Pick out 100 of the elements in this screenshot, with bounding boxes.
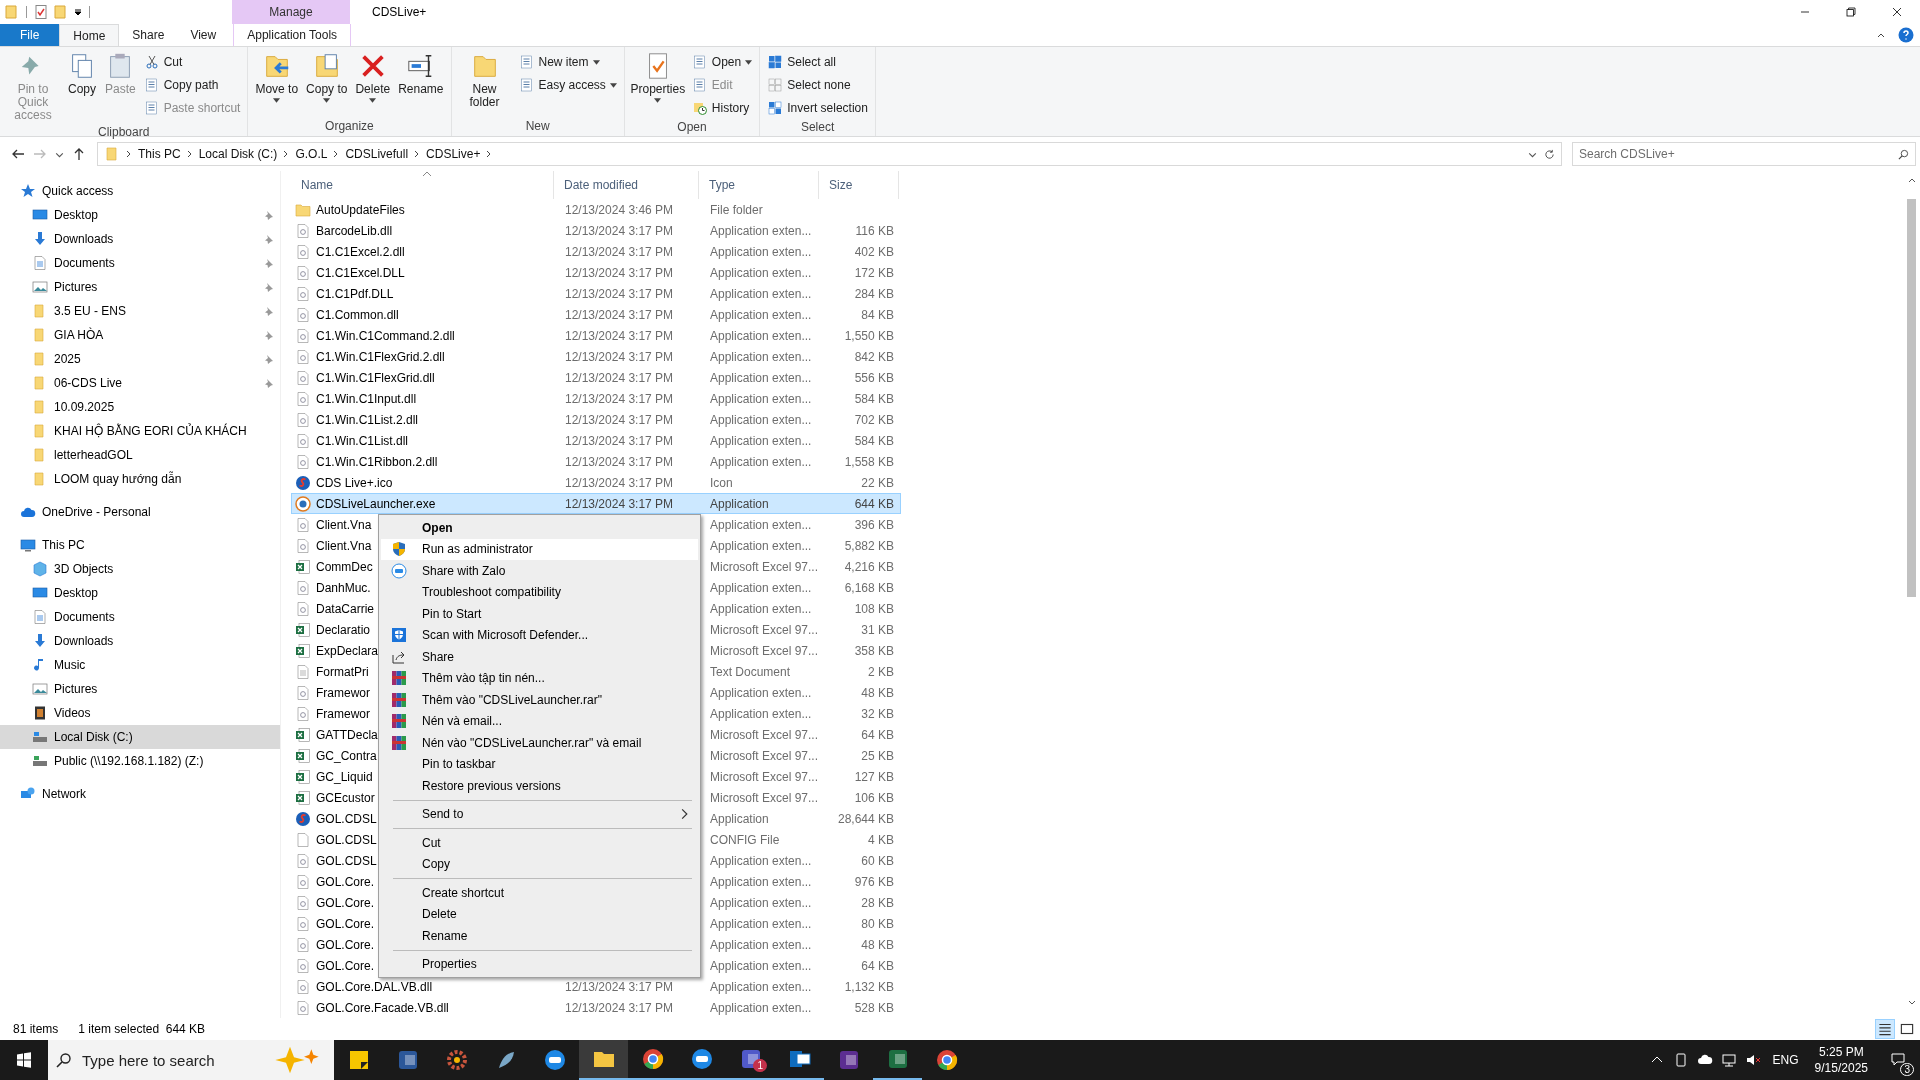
size-cell: 60 KB [861, 853, 894, 868]
file-name: C1.Win.C1Command.2.dll [316, 328, 455, 343]
type-cell: Application [710, 811, 769, 826]
file-name: CDSLiveLauncher.exe [316, 496, 436, 511]
file-name: C1.C1Excel.2.dll [316, 244, 405, 259]
file-name: CommDec [316, 559, 373, 574]
size-cell: 584 KB [854, 391, 894, 406]
size-cell: 127 KB [854, 769, 894, 784]
contextual-tab-header: Manage [232, 0, 350, 24]
file-name: GOL.Core.Facade.VB.dll [316, 1000, 449, 1015]
date-cell: 12/13/2024 3:17 PM [565, 349, 674, 364]
file-name: GOL.CDSL [316, 811, 377, 826]
size-cell: 22 KB [861, 475, 894, 490]
date-cell: 12/13/2024 3:17 PM [565, 475, 674, 490]
type-cell: Microsoft Excel 97... [710, 622, 819, 637]
file-name: Client.Vna [316, 538, 372, 553]
size-cell: 528 KB [854, 1000, 894, 1015]
size-cell: 4 KB [868, 832, 894, 847]
type-cell: Icon [710, 475, 733, 490]
type-cell: Application exten... [710, 223, 812, 238]
file-name: GC_Liquid [316, 769, 373, 784]
size-cell: 976 KB [854, 874, 894, 889]
type-cell: Application [710, 496, 769, 511]
group-label: Open [676, 119, 708, 136]
type-cell: Application exten... [710, 307, 812, 322]
date-cell: 12/13/2024 3:17 PM [565, 979, 674, 994]
file-name: GOL.Core. [316, 874, 375, 889]
size-cell: 2 KB [868, 664, 894, 679]
type-cell: Microsoft Excel 97... [710, 559, 819, 574]
file-name: C1.C1Pdf.DLL [316, 286, 394, 301]
type-cell: Application exten... [710, 286, 812, 301]
type-cell: File folder [710, 202, 763, 217]
file-name: GOL.Core. [316, 958, 375, 973]
type-cell: Application exten... [710, 895, 812, 910]
selection-info: 1 item selected 644 KB [78, 1022, 206, 1036]
date-cell: 12/13/2024 3:17 PM [565, 370, 674, 385]
type-cell: Application exten... [710, 580, 812, 595]
file-name: GC_Contra [316, 748, 377, 763]
type-cell: Application exten... [710, 328, 812, 343]
type-cell: Application exten... [710, 685, 812, 700]
file-name: C1.Common.dll [316, 307, 399, 322]
size-cell: 108 KB [854, 601, 894, 616]
type-cell: Microsoft Excel 97... [710, 790, 819, 805]
date-cell: 12/13/2024 3:17 PM [565, 244, 674, 259]
size-cell: 32 KB [861, 706, 894, 721]
group-label: Select [799, 119, 836, 136]
group-label: Organize [324, 118, 375, 135]
file-name: C1.Win.C1FlexGrid.2.dll [316, 349, 445, 364]
type-cell: Application exten... [710, 244, 812, 259]
file-name: BarcodeLib.dll [316, 223, 393, 238]
size-cell: 4,216 KB [844, 559, 894, 574]
group-label: Clipboard [97, 124, 151, 140]
size-cell: 172 KB [854, 265, 894, 280]
file-name: C1.Win.C1Ribbon.2.dll [316, 454, 438, 469]
date-cell: 12/13/2024 3:17 PM [565, 307, 674, 322]
type-cell: Text Document [710, 664, 791, 679]
type-cell: Microsoft Excel 97... [710, 643, 819, 658]
size-cell: 28,644 KB [837, 811, 894, 826]
size-cell: 28 KB [861, 895, 894, 910]
type-cell: Application exten... [710, 601, 812, 616]
size-cell: 84 KB [861, 307, 894, 322]
file-name: GOL.CDSL [316, 832, 377, 847]
size-cell: 5,882 KB [844, 538, 894, 553]
type-cell: Application exten... [710, 853, 812, 868]
type-cell: Application exten... [710, 265, 812, 280]
file-name: Framewor [316, 706, 370, 721]
size-cell: 702 KB [854, 412, 894, 427]
file-name: C1.Win.C1FlexGrid.dll [316, 370, 435, 385]
size-cell: 358 KB [854, 643, 894, 658]
item-count: 81 items [13, 1022, 59, 1036]
file-name: FormatPri [316, 664, 369, 679]
type-cell: Application exten... [710, 454, 812, 469]
type-cell: Application exten... [710, 412, 812, 427]
type-cell: Application exten... [710, 370, 812, 385]
date-cell: 12/13/2024 3:17 PM [565, 328, 674, 343]
date-cell: 12/13/2024 3:17 PM [565, 391, 674, 406]
size-cell: 80 KB [861, 916, 894, 931]
date-cell: 12/13/2024 3:17 PM [565, 223, 674, 238]
size-cell: 64 KB [861, 727, 894, 742]
type-cell: Application exten... [710, 517, 812, 532]
size-cell: 25 KB [861, 748, 894, 763]
date-cell: 12/13/2024 3:17 PM [565, 496, 674, 511]
file-name: GOL.Core. [316, 937, 375, 952]
size-cell: 106 KB [854, 790, 894, 805]
group-label: New [524, 118, 551, 135]
file-name: AutoUpdateFiles [316, 202, 405, 217]
file-name: Client.Vna [316, 517, 372, 532]
size-cell: 31 KB [861, 622, 894, 637]
date-cell: 12/13/2024 3:17 PM [565, 454, 674, 469]
file-name: C1.Win.C1List.2.dll [316, 412, 419, 427]
size-cell: 556 KB [854, 370, 894, 385]
type-cell: CONFIG File [710, 832, 780, 847]
size-cell: 396 KB [854, 517, 894, 532]
size-cell: 842 KB [854, 349, 894, 364]
notification-count: 3 [1900, 1062, 1914, 1076]
file-name: C1.Win.C1Input.dll [316, 391, 417, 406]
file-name: GCEcustor [316, 790, 375, 805]
date-cell: 12/13/2024 3:17 PM [565, 1000, 674, 1015]
size-cell: 1,550 KB [844, 328, 894, 343]
size-cell: 284 KB [854, 286, 894, 301]
